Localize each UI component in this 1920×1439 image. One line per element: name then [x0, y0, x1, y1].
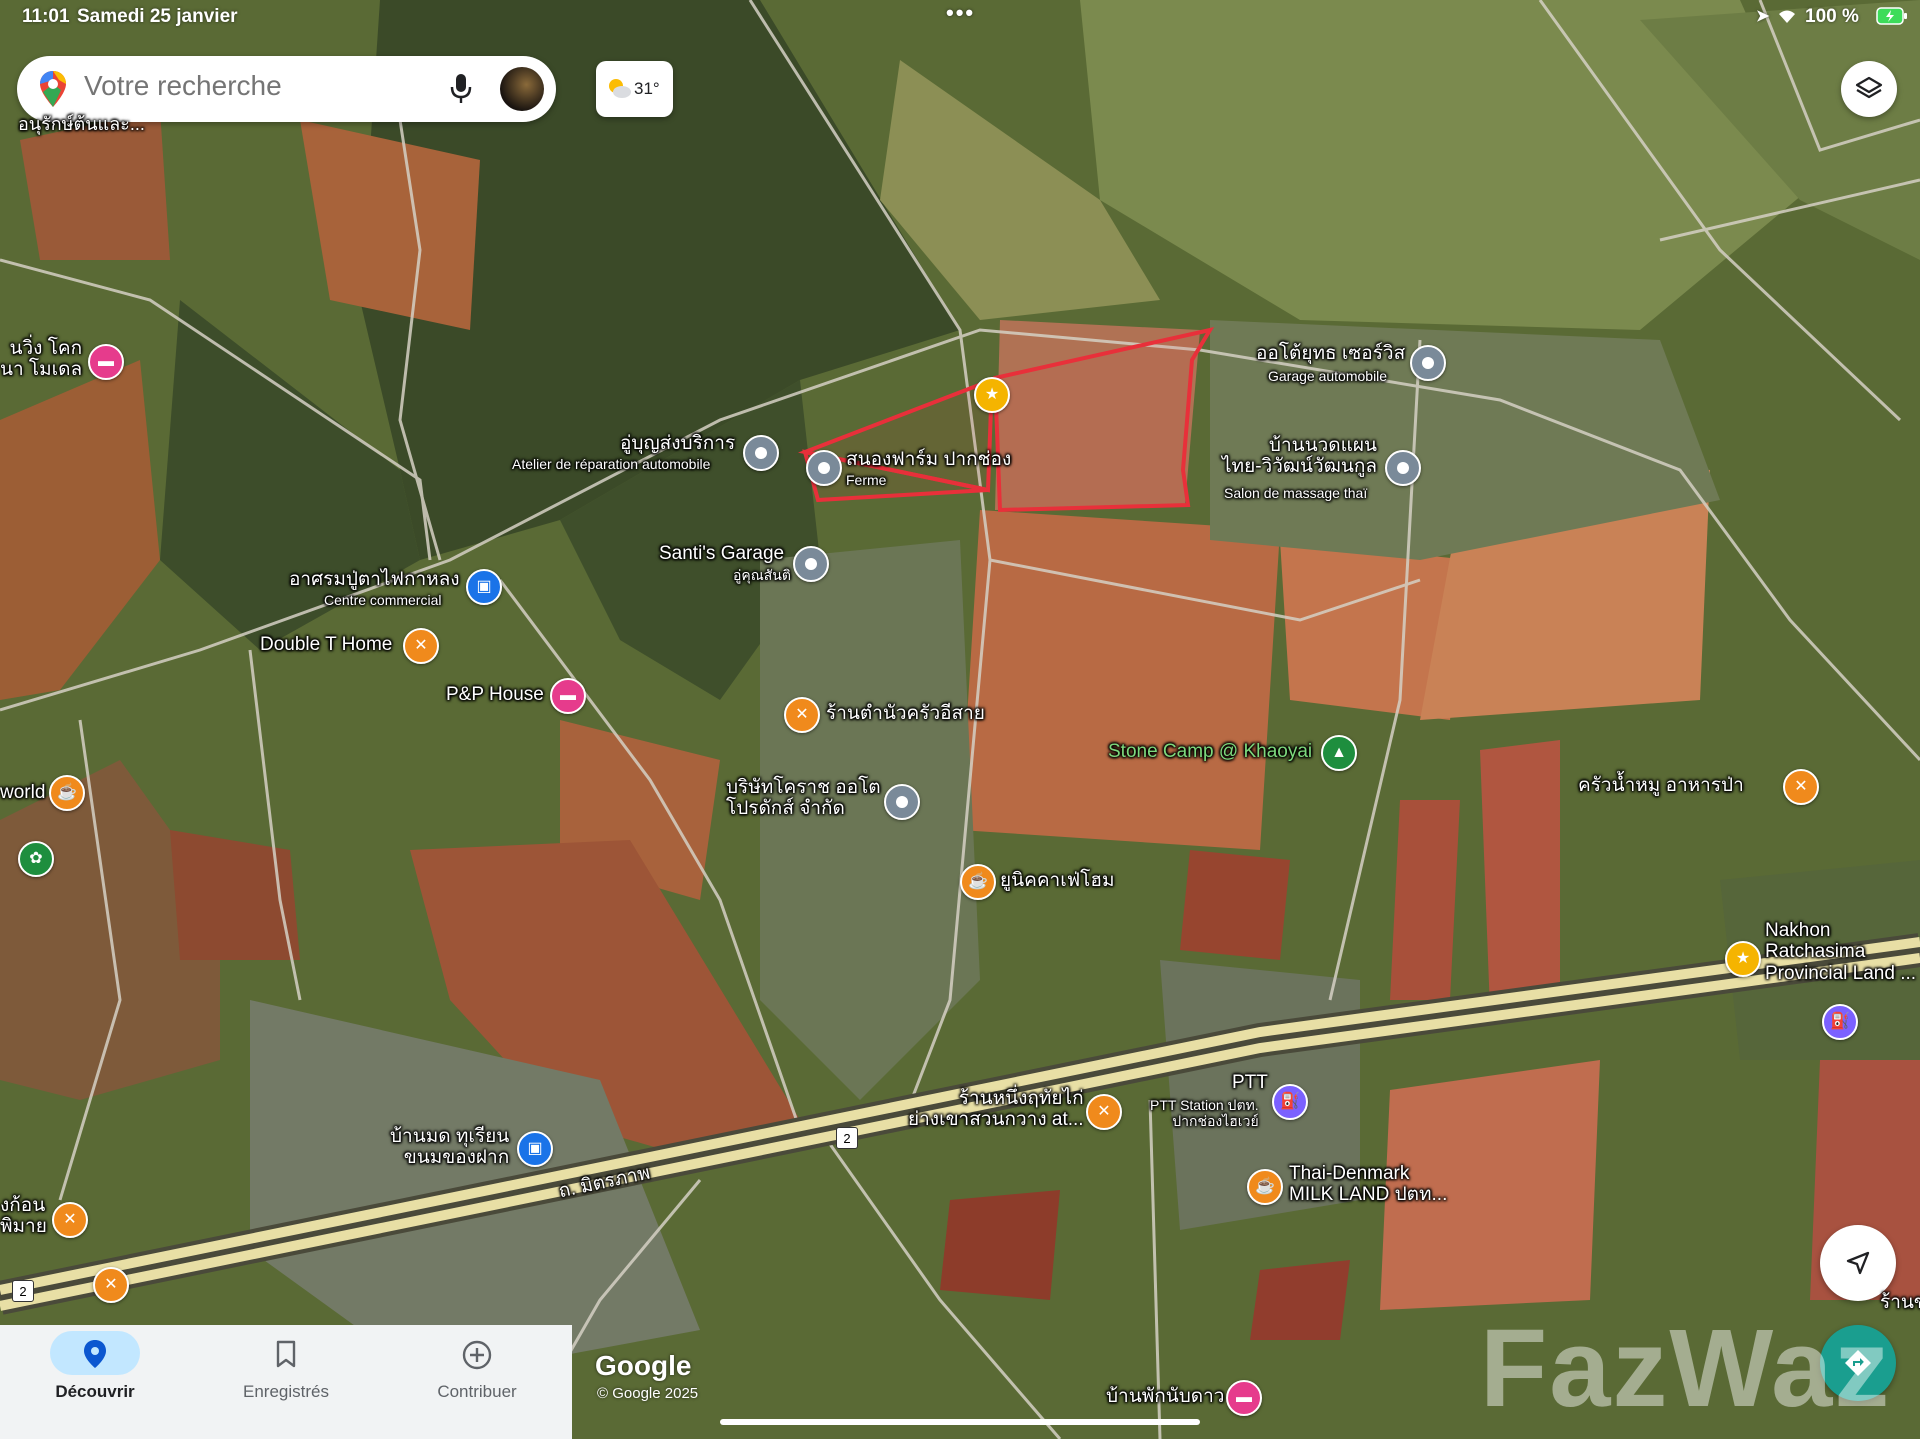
- restaurant-pin[interactable]: ✕: [1086, 1094, 1122, 1130]
- place-pin-green[interactable]: ✿: [18, 841, 54, 877]
- gas-station-pin[interactable]: ⛽: [1272, 1084, 1308, 1120]
- place-category: Atelier de réparation automobile: [512, 456, 711, 472]
- place-label: P&P House: [446, 684, 544, 705]
- place-pin[interactable]: [1410, 345, 1446, 381]
- layers-icon: [1855, 76, 1883, 99]
- place-pin[interactable]: [1385, 450, 1421, 486]
- park-pin[interactable]: ▲: [1321, 735, 1357, 771]
- shopping-pin[interactable]: ▣: [466, 569, 502, 605]
- place-pin[interactable]: [793, 546, 829, 582]
- tab-contribuer[interactable]: Contribuer: [382, 1325, 572, 1439]
- place-label: Nakhon Ratchasima Provincial Land ...: [1765, 920, 1917, 984]
- battery-percentage: 100 %: [1805, 6, 1859, 27]
- place-label: สนองฟาร์ม ปากช่อง: [846, 449, 1012, 470]
- place-label: world: [0, 782, 46, 803]
- search-input[interactable]: [84, 70, 424, 102]
- status-date: Samedi 25 janvier: [77, 6, 238, 27]
- field-area: [940, 1190, 1060, 1300]
- field-area: [1480, 740, 1560, 1010]
- highway-shield: 2: [836, 1127, 858, 1149]
- place-label: ออโต้ยุทธ เซอร์วิส: [1256, 343, 1406, 364]
- tab-enregistres[interactable]: Enregistrés: [191, 1325, 381, 1439]
- status-time: 11:01: [22, 6, 70, 27]
- home-indicator[interactable]: [720, 1419, 1200, 1425]
- field-area: [1180, 850, 1290, 960]
- place-pin[interactable]: [884, 784, 920, 820]
- place-category: อู่คุณสันติ: [733, 567, 791, 583]
- gas-station-pin[interactable]: ⛽: [1822, 1004, 1858, 1040]
- profile-avatar[interactable]: [500, 67, 544, 111]
- place-label: ยูนิคคาเฟ่โฮม: [1000, 870, 1115, 891]
- microphone-icon[interactable]: [449, 72, 473, 111]
- tab-decouvrir[interactable]: Découvrir: [0, 1325, 190, 1439]
- field-area: [1250, 1260, 1350, 1340]
- restaurant-pin[interactable]: ✕: [784, 697, 820, 733]
- highway-shield: 2: [12, 1280, 34, 1302]
- shopping-pin[interactable]: ▣: [517, 1131, 553, 1167]
- multitask-dots-icon[interactable]: •••: [946, 0, 975, 26]
- place-label: อนุรักษ์ต้นและ...: [18, 114, 145, 134]
- hotel-pin[interactable]: ▬: [550, 678, 586, 714]
- place-category: Ferme: [846, 472, 887, 488]
- place-category: Salon de massage thaï: [1224, 485, 1368, 501]
- place-label: Stone Camp @ Khaoyai: [1108, 741, 1313, 762]
- fazwaz-watermark: FazWaz: [1480, 1307, 1892, 1430]
- restaurant-pin[interactable]: ✕: [1783, 769, 1819, 805]
- google-logo: Google: [595, 1350, 692, 1381]
- tab-label: Contribuer: [437, 1382, 517, 1401]
- place-label: บ้านนวดแผน ไทย-วิวัฒน์วัฒนกูล: [1222, 435, 1377, 478]
- place-label: Thai-Denmark MILK LAND ปตท...: [1289, 1163, 1448, 1206]
- bookmark-icon: [275, 1339, 297, 1374]
- bottom-navigation: Découvrir Enregistrés Contribuer: [0, 1325, 572, 1439]
- starred-place-pin[interactable]: ★: [1725, 941, 1761, 977]
- place-label: ร้านตำนัวครัวอีสาย: [826, 703, 985, 724]
- weather-chip[interactable]: 31°: [596, 61, 673, 117]
- restaurant-pin[interactable]: ✕: [403, 628, 439, 664]
- place-label: PTT: [1232, 1072, 1268, 1093]
- search-bar[interactable]: [17, 56, 556, 122]
- place-pin[interactable]: [743, 435, 779, 471]
- hotel-pin[interactable]: ▬: [1226, 1380, 1262, 1416]
- field-area: [1390, 800, 1460, 1000]
- place-label: บ้านมด ทุเรียน ขนมของฝาก: [390, 1126, 510, 1169]
- place-label: อาศรมปู่ตาไฟกาหลง: [289, 569, 460, 590]
- restaurant-pin[interactable]: ✕: [52, 1202, 88, 1238]
- cafe-pin[interactable]: ☕: [49, 775, 85, 811]
- place-category: PTT Station ปตท. ปากช่องไฮเวย์: [1150, 1097, 1259, 1129]
- cafe-pin[interactable]: ☕: [1247, 1169, 1283, 1205]
- starred-place-pin[interactable]: ★: [974, 377, 1010, 413]
- place-label: งก้อน พิมาย: [0, 1195, 47, 1238]
- tab-label: Enregistrés: [243, 1382, 329, 1401]
- add-circle-icon: [461, 1339, 493, 1376]
- place-category: Centre commercial: [324, 592, 442, 608]
- place-label: บ้านพักนับดาว: [1106, 1386, 1225, 1407]
- location-arrow-icon: ➤: [1756, 8, 1770, 25]
- tab-label: Découvrir: [55, 1382, 135, 1401]
- layers-button[interactable]: [1841, 61, 1897, 117]
- location-pin-icon: [83, 1339, 107, 1374]
- place-label: อู่บุญส่งบริการ: [620, 433, 736, 454]
- wifi-icon: [1777, 8, 1797, 29]
- place-label: ร้านหนึ่งฤทัยไก่ ย่างเขาสวนกวาง at...: [908, 1088, 1084, 1131]
- place-label: บริษัทโคราช ออโต โปรดักส์ จำกัด: [726, 777, 881, 820]
- place-label: Santi's Garage: [659, 543, 785, 564]
- navigation-arrow-icon: [1846, 1251, 1870, 1275]
- place-category: Garage automobile: [1268, 368, 1388, 384]
- google-maps-pin-icon: [39, 70, 67, 113]
- place-label: Double T Home: [260, 634, 393, 655]
- cafe-pin[interactable]: ☕: [960, 864, 996, 900]
- place-label: นวิ่ง โคก นา โมเดล: [0, 338, 83, 381]
- place-label: ครัวน้ำหมู อาหารป่า: [1578, 775, 1744, 796]
- copyright-text[interactable]: © Google 2025: [597, 1385, 698, 1402]
- partly-sunny-icon: [606, 77, 632, 104]
- field-area: [960, 510, 1280, 850]
- hotel-pin[interactable]: ▬: [88, 344, 124, 380]
- battery-icon: [1876, 7, 1908, 30]
- restaurant-pin[interactable]: ✕: [93, 1267, 129, 1303]
- my-location-button[interactable]: [1820, 1225, 1896, 1301]
- weather-temperature: 31°: [634, 79, 660, 98]
- place-pin[interactable]: [806, 450, 842, 486]
